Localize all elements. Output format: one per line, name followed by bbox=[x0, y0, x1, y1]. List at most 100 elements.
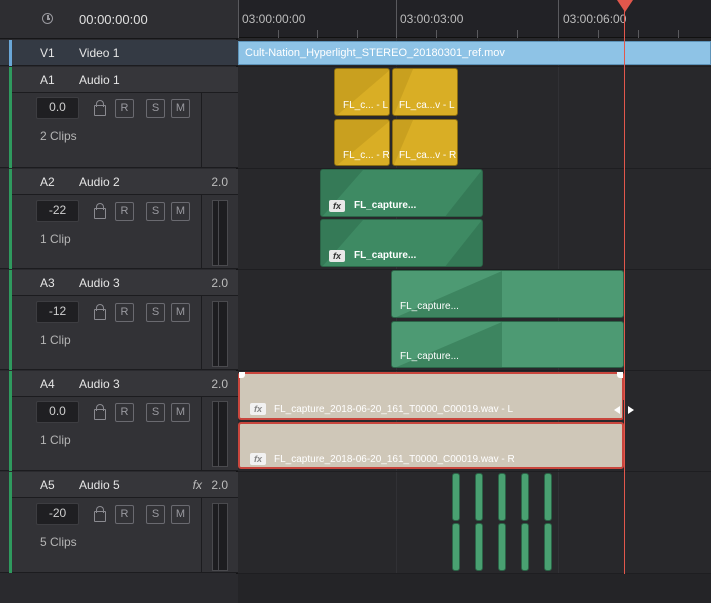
track-name[interactable]: Audio 3 bbox=[79, 377, 120, 391]
audio-clip[interactable]: fx FL_capture... bbox=[320, 219, 483, 267]
track-header-panel: 00:00:00:00 V1 Video 1 A1 Audio 1 0.0 R … bbox=[0, 0, 238, 603]
clip-handle-left[interactable] bbox=[239, 372, 245, 378]
clip-name: FL_c... - R bbox=[343, 150, 390, 161]
mute-button[interactable]: M bbox=[171, 403, 190, 422]
mute-button[interactable]: M bbox=[171, 202, 190, 221]
timeline[interactable]: 03:00:00:00 03:00:03:00 03:00:06:00 Cult… bbox=[238, 0, 711, 603]
track-id: A2 bbox=[40, 175, 55, 189]
track-name[interactable]: Video 1 bbox=[79, 46, 119, 60]
mute-button[interactable]: M bbox=[171, 505, 190, 524]
channel-format: 2.0 bbox=[211, 276, 228, 290]
lock-icon[interactable] bbox=[94, 506, 106, 522]
audio-clip[interactable]: FL_c... - R bbox=[334, 119, 390, 166]
solo-button[interactable]: S bbox=[146, 403, 165, 422]
playhead-marker-icon[interactable] bbox=[617, 0, 633, 12]
clip-count: 2 Clips bbox=[40, 129, 77, 143]
track-name[interactable]: Audio 1 bbox=[79, 73, 120, 87]
audio-clip[interactable] bbox=[544, 523, 552, 571]
audio-clip[interactable]: FL_ca...v - L bbox=[392, 68, 458, 116]
solo-button[interactable]: S bbox=[146, 99, 165, 118]
mute-button[interactable]: M bbox=[171, 303, 190, 322]
track-header-v1[interactable]: V1 Video 1 bbox=[0, 40, 238, 66]
track-name[interactable]: Audio 5 bbox=[79, 478, 120, 492]
audio-clip[interactable]: FL_capture... bbox=[391, 321, 624, 368]
clip-count: 1 Clip bbox=[40, 232, 71, 246]
track-name[interactable]: Audio 2 bbox=[79, 175, 120, 189]
audio-clip[interactable] bbox=[544, 473, 552, 521]
clip-count: 1 Clip bbox=[40, 333, 71, 347]
fx-badge: fx bbox=[329, 250, 345, 262]
audio-clip[interactable]: fx FL_capture... bbox=[320, 169, 483, 217]
solo-button[interactable]: S bbox=[146, 505, 165, 524]
ruler-mark: 03:00:00:00 bbox=[242, 12, 306, 26]
lock-icon[interactable] bbox=[94, 304, 106, 320]
track-id: A4 bbox=[40, 377, 55, 391]
record-button[interactable]: R bbox=[115, 303, 134, 322]
audio-meter bbox=[212, 401, 228, 467]
clip-name: FL_capture... bbox=[400, 351, 459, 362]
fx-badge: fx bbox=[250, 403, 266, 415]
playhead-line[interactable] bbox=[624, 0, 625, 603]
video-clip[interactable]: Cult-Nation_Hyperlight_STEREO_20180301_r… bbox=[238, 41, 711, 65]
clip-name: FL_capture_2018-06-20_161_T0000_C00019.w… bbox=[274, 404, 514, 415]
channel-format: 2.0 bbox=[211, 175, 228, 189]
audio-clip[interactable] bbox=[475, 523, 483, 571]
audio-clip[interactable] bbox=[452, 473, 460, 521]
audio-clip[interactable] bbox=[521, 523, 529, 571]
fx-badge: fx bbox=[329, 200, 345, 212]
track-header-a4[interactable]: A4 Audio 3 2.0 0.0 R S M 1 Clip bbox=[0, 371, 238, 471]
audio-clip[interactable]: FL_capture... bbox=[391, 270, 624, 318]
track-header-a1[interactable]: A1 Audio 1 0.0 R S M 2 Clips bbox=[0, 67, 238, 168]
track-id: V1 bbox=[40, 46, 55, 60]
audio-meter bbox=[212, 200, 228, 266]
lock-icon[interactable] bbox=[94, 203, 106, 219]
audio-clip[interactable] bbox=[498, 473, 506, 521]
clip-name: FL_capture_2018-06-20_161_T0000_C00019.w… bbox=[274, 454, 515, 465]
clip-name: FL_capture... bbox=[354, 200, 417, 211]
ruler-mark: 03:00:03:00 bbox=[400, 12, 464, 26]
record-button[interactable]: R bbox=[115, 202, 134, 221]
track-header-a3[interactable]: A3 Audio 3 2.0 -12 R S M 1 Clip bbox=[0, 270, 238, 370]
volume-field[interactable]: 0.0 bbox=[36, 401, 79, 423]
track-id: A3 bbox=[40, 276, 55, 290]
record-button[interactable]: R bbox=[115, 505, 134, 524]
audio-meter bbox=[212, 503, 228, 571]
clip-handle-right[interactable] bbox=[617, 372, 623, 378]
volume-field[interactable]: -20 bbox=[36, 503, 79, 525]
record-button[interactable]: R bbox=[115, 403, 134, 422]
track-name[interactable]: Audio 3 bbox=[79, 276, 120, 290]
timecode-display[interactable]: 00:00:00:00 bbox=[79, 12, 148, 27]
clip-name: FL_ca...v - L bbox=[399, 100, 455, 111]
fx-indicator[interactable]: fx bbox=[193, 478, 202, 492]
audio-clip[interactable] bbox=[498, 523, 506, 571]
lock-icon[interactable] bbox=[94, 404, 106, 420]
audio-clip[interactable] bbox=[521, 473, 529, 521]
track-panel-footer bbox=[0, 574, 238, 603]
audio-clip-selected[interactable]: fx FL_capture_2018-06-20_161_T0000_C0001… bbox=[238, 372, 624, 420]
audio-clip[interactable] bbox=[452, 523, 460, 571]
clock-icon[interactable] bbox=[42, 13, 53, 24]
timeline-ruler[interactable]: 03:00:00:00 03:00:03:00 03:00:06:00 bbox=[238, 0, 711, 38]
ruler-mark: 03:00:06:00 bbox=[563, 12, 627, 26]
solo-button[interactable]: S bbox=[146, 303, 165, 322]
audio-clip[interactable]: FL_c... - L bbox=[334, 68, 390, 116]
solo-button[interactable]: S bbox=[146, 202, 165, 221]
clip-name: Cult-Nation_Hyperlight_STEREO_20180301_r… bbox=[245, 47, 505, 59]
lock-icon[interactable] bbox=[94, 100, 106, 116]
audio-meter bbox=[212, 301, 228, 367]
audio-clip[interactable]: FL_ca...v - R bbox=[392, 119, 458, 166]
timeline-footer bbox=[238, 574, 711, 603]
volume-field[interactable]: 0.0 bbox=[36, 97, 79, 119]
track-header-a2[interactable]: A2 Audio 2 2.0 -22 R S M 1 Clip bbox=[0, 169, 238, 269]
clip-count: 5 Clips bbox=[40, 535, 77, 549]
track-id: A5 bbox=[40, 478, 55, 492]
mute-button[interactable]: M bbox=[171, 99, 190, 118]
volume-field[interactable]: -22 bbox=[36, 200, 79, 222]
audio-clip[interactable] bbox=[475, 473, 483, 521]
fx-badge: fx bbox=[250, 453, 266, 465]
audio-clip-selected[interactable]: fx FL_capture_2018-06-20_161_T0000_C0001… bbox=[238, 422, 624, 469]
channel-format: 2.0 bbox=[211, 478, 228, 492]
record-button[interactable]: R bbox=[115, 99, 134, 118]
volume-field[interactable]: -12 bbox=[36, 301, 79, 323]
track-header-a5[interactable]: A5 Audio 5 fx 2.0 -20 R S M 5 Clips bbox=[0, 472, 238, 573]
